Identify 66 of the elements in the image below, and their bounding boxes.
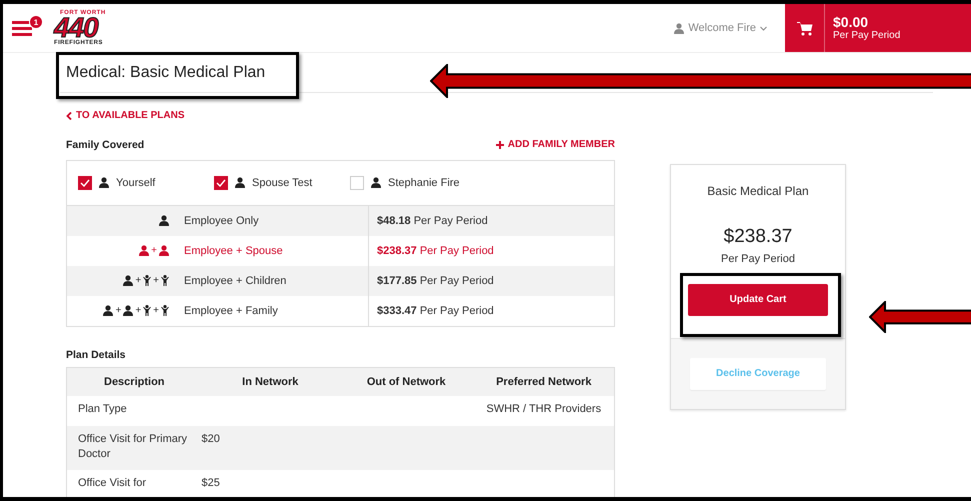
person-icon — [99, 177, 109, 188]
person-icon — [371, 177, 381, 188]
back-link[interactable]: TO AVAILABLE PLANS — [66, 110, 185, 121]
adult-icon — [139, 245, 150, 256]
tier-price: $238.37 Per Pay Period — [376, 244, 494, 256]
child-icon — [161, 305, 169, 316]
tier-price: $177.85 Per Pay Period — [376, 274, 494, 286]
plus-sign: + — [151, 245, 157, 256]
section-heading: Family Covered — [66, 138, 144, 150]
plan-name: Basic Medical Plan — [707, 184, 809, 198]
child-icon — [143, 305, 152, 316]
checkbox[interactable] — [78, 176, 92, 190]
member-name: Stephanie Fire — [388, 176, 460, 188]
section-heading: Plan Details — [66, 348, 126, 360]
table-cell: Plan Type — [78, 402, 127, 414]
tier-price: $333.47 Per Pay Period — [376, 304, 494, 316]
child-icon — [143, 275, 152, 286]
adult-icon — [123, 305, 134, 316]
page-title: Medical: Basic Medical Plan — [66, 64, 266, 82]
plus-sign: + — [153, 305, 159, 316]
plus-icon — [496, 140, 504, 148]
checkbox[interactable] — [214, 176, 228, 190]
tier-label: Employee + Children — [184, 274, 286, 286]
tier-label: Employee + Family — [184, 304, 278, 316]
tier-price: $48.18 Per Pay Period — [376, 214, 488, 226]
column-header: Out of Network — [366, 376, 447, 388]
column-header: Description — [103, 376, 166, 388]
plus-sign: + — [115, 305, 122, 316]
member-name: Yourself — [116, 176, 156, 188]
cart-total: $0.00 — [833, 15, 870, 30]
user-menu[interactable]: Welcome Fire — [668, 21, 773, 35]
table-cell: Office Visit for — [78, 476, 146, 488]
cart-icon — [796, 20, 812, 36]
child-icon — [161, 275, 169, 286]
coverage-option[interactable]: Employee Only $48.18 Per Pay Period — [67, 206, 614, 236]
tier-label: Employee Only — [184, 214, 259, 226]
column-header: In Network — [241, 376, 300, 388]
adult-icon — [159, 215, 169, 226]
menu-button[interactable]: 1 — [12, 13, 42, 43]
plan-price: $238.37 — [724, 226, 792, 248]
table-cell: SWHR / THR Providers — [486, 402, 602, 414]
user-icon — [674, 22, 684, 34]
plus-sign: + — [135, 275, 142, 286]
plus-sign: + — [153, 275, 159, 286]
chevron-left-icon — [66, 112, 72, 120]
cart-period: Per Pay Period — [833, 30, 900, 41]
adult-icon — [123, 275, 134, 286]
adult-icon — [103, 305, 114, 316]
table-cell: $20 — [202, 432, 220, 444]
coverage-option[interactable]: + + + Employee + Family $333.47 Per Pay Period — [67, 296, 614, 326]
menu-icon — [12, 20, 32, 36]
price-period: Per Pay Period — [721, 252, 795, 264]
person-icon — [235, 177, 245, 188]
notification-badge: 1 — [29, 15, 43, 29]
column-header: Preferred Network — [495, 376, 592, 388]
plus-sign: + — [135, 305, 142, 316]
member-name: Spouse Test — [252, 176, 312, 188]
caret-icon — [760, 26, 767, 30]
tier-label: Employee + Spouse — [184, 244, 283, 256]
add-member-link[interactable]: ADD FAMILY MEMBER — [496, 139, 615, 150]
table-cell: $25 — [202, 476, 220, 488]
update-cart-button[interactable]: Update Cart — [688, 284, 828, 316]
logo-number: 440 — [54, 16, 98, 40]
coverage-option[interactable]: + + Employee + Children $177.85 Per Pay Period — [67, 266, 614, 296]
table-cell: Office Visit for Primary Doctor — [78, 432, 188, 460]
adult-icon — [159, 245, 169, 256]
